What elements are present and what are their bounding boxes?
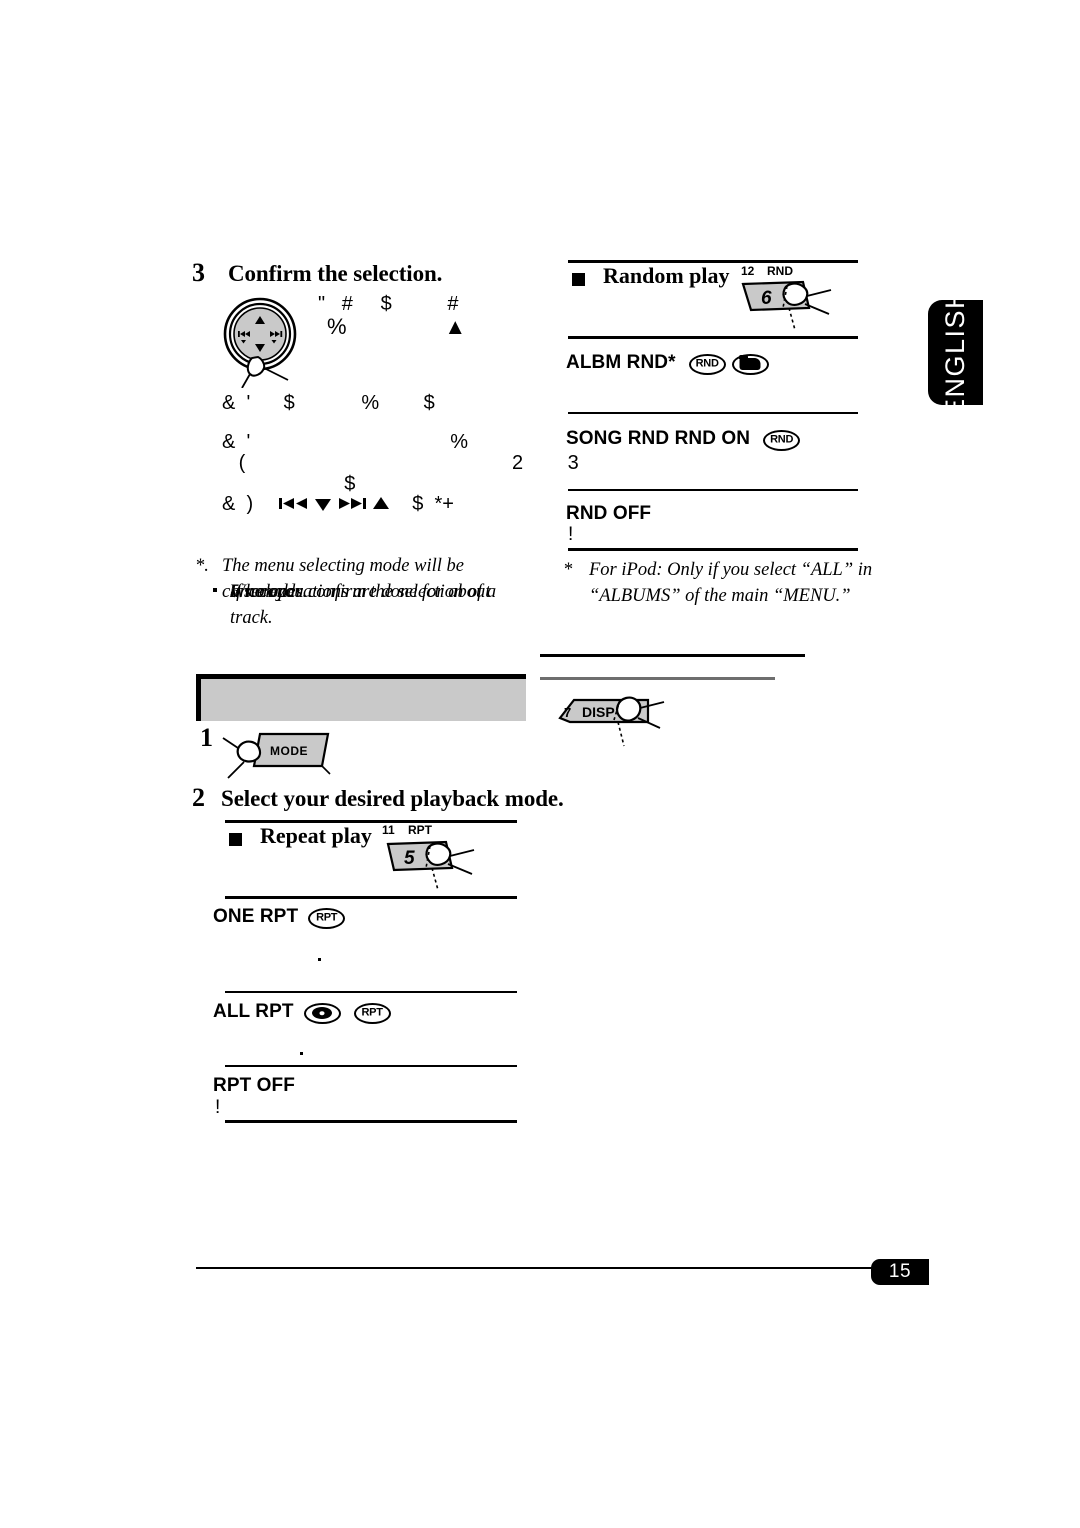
left-footnote: *. The menu selecting mode will be cance… <box>195 553 525 628</box>
page-number-tab: 15 <box>871 1259 929 1285</box>
footer-rule <box>196 1267 896 1269</box>
lower-rule-1 <box>540 654 805 657</box>
glyph-run-6: $ <box>222 473 356 495</box>
mode-row-song-rnd: SONG RND RND ON RND <box>566 428 801 451</box>
step-2-heading: Select your desired playback mode. <box>221 786 564 811</box>
language-tab: ENGLISH <box>928 288 983 417</box>
rnd-badge-icon: RND <box>688 353 726 375</box>
footnote-bullet-3: When you confirm the selection of a trac… <box>230 582 497 629</box>
folder-badge-icon <box>731 353 769 375</box>
mode-dot-marker <box>300 1052 303 1055</box>
svg-text:DISP: DISP <box>582 704 615 720</box>
repeat-preset-button-illustration: 11 RPT 5 <box>380 822 500 899</box>
control-pad-icon <box>218 296 310 389</box>
mode-suffix-marker: ! <box>568 524 574 545</box>
disc-badge-icon <box>303 1002 341 1024</box>
svg-text:12: 12 <box>741 264 755 278</box>
skip-arrows-icon <box>277 494 397 519</box>
lower-rule-2 <box>540 677 775 680</box>
rnd-badge-icon: RND <box>763 429 801 451</box>
svg-text:RPT: RPT <box>408 823 433 837</box>
random-modes-rule-3 <box>568 489 858 491</box>
mode-label: ALBM RND* <box>566 352 676 373</box>
mode-button-illustration: MODE <box>222 722 334 795</box>
mode-label: ONE RPT <box>213 906 299 927</box>
glyph-run-3: & ' $ % $ <box>222 392 435 414</box>
glyph-run-7: & ) $ *+ <box>222 494 454 519</box>
glyph-prefix: & ) <box>222 493 254 516</box>
step-2-number: 2 <box>192 783 205 812</box>
random-section-bottom-rule <box>568 548 858 551</box>
mode-row-rnd-off: RND OFF <box>566 503 652 524</box>
glyph-run-1: " # $ # <box>318 293 459 315</box>
rpt-badge-icon: RPT <box>353 1002 391 1024</box>
rpt-badge-icon: RPT <box>308 907 346 929</box>
repeat-play-heading: Repeat play <box>229 823 372 849</box>
right-footnote: * For iPod: Only if you select “ALL” in … <box>563 557 883 606</box>
glyph-run-2: % ▲ <box>327 314 467 339</box>
svg-text:11: 11 <box>382 823 395 837</box>
random-preset-button-illustration: 12 RND 6 <box>733 262 853 339</box>
repeat-play-label: Repeat play <box>260 823 372 848</box>
mode-row-one-rpt: ONE RPT RPT <box>213 906 346 929</box>
manual-page: ENGLISH 3 Confirm the selection. " # $ #… <box>0 0 1080 1528</box>
repeat-section-bottom-rule <box>225 1120 517 1123</box>
svg-text:7: 7 <box>564 705 571 720</box>
disp-button-illustration: 7 DISP <box>552 690 682 757</box>
mode-row-rpt-off: RPT OFF <box>213 1075 295 1096</box>
random-modes-rule-1 <box>568 336 858 339</box>
bullet-square-icon <box>572 272 585 286</box>
random-play-heading: Random play <box>572 263 730 289</box>
footnote-marker: *. <box>195 556 209 576</box>
repeat-modes-rule-1 <box>225 896 517 899</box>
svg-text:MODE: MODE <box>270 744 308 758</box>
repeat-modes-rule-3 <box>225 1065 517 1067</box>
step-1-number: 1 <box>200 723 213 752</box>
mode-row-albm-rnd: ALBM RND* RND <box>566 352 769 375</box>
footnote-line-2: “ALBUMS” of the main “MENU.” <box>589 586 851 606</box>
bullet-dot <box>213 588 217 592</box>
glyph-run-5: ( 2 3 <box>222 452 579 474</box>
glyph-suffix: $ *+ <box>401 493 454 516</box>
mode-label: SONG RND RND ON <box>566 428 751 449</box>
mode-suffix-marker: ! <box>215 1097 221 1118</box>
step-3-number: 3 <box>192 258 205 287</box>
footnote-marker: * <box>563 560 573 580</box>
mode-dot-marker <box>318 958 321 961</box>
section-title-band <box>196 674 526 721</box>
repeat-modes-rule-2 <box>225 991 517 993</box>
mode-label: ALL RPT <box>213 1001 294 1022</box>
random-play-label: Random play <box>603 263 730 288</box>
bullet-square-icon <box>229 832 242 846</box>
language-tab-label: ENGLISH <box>940 287 971 418</box>
footnote-line-1: For iPod: Only if you select “ALL” in <box>589 560 873 580</box>
mode-row-all-rpt: ALL RPT RPT <box>213 1001 391 1024</box>
glyph-run-4: & ' % <box>222 431 469 453</box>
svg-text:5: 5 <box>404 848 415 869</box>
svg-text:RND: RND <box>767 264 793 278</box>
random-modes-rule-2 <box>568 412 858 414</box>
step-3-heading: Confirm the selection. <box>228 261 443 286</box>
page-number-label: 15 <box>888 1261 912 1282</box>
svg-text:6: 6 <box>761 288 772 309</box>
